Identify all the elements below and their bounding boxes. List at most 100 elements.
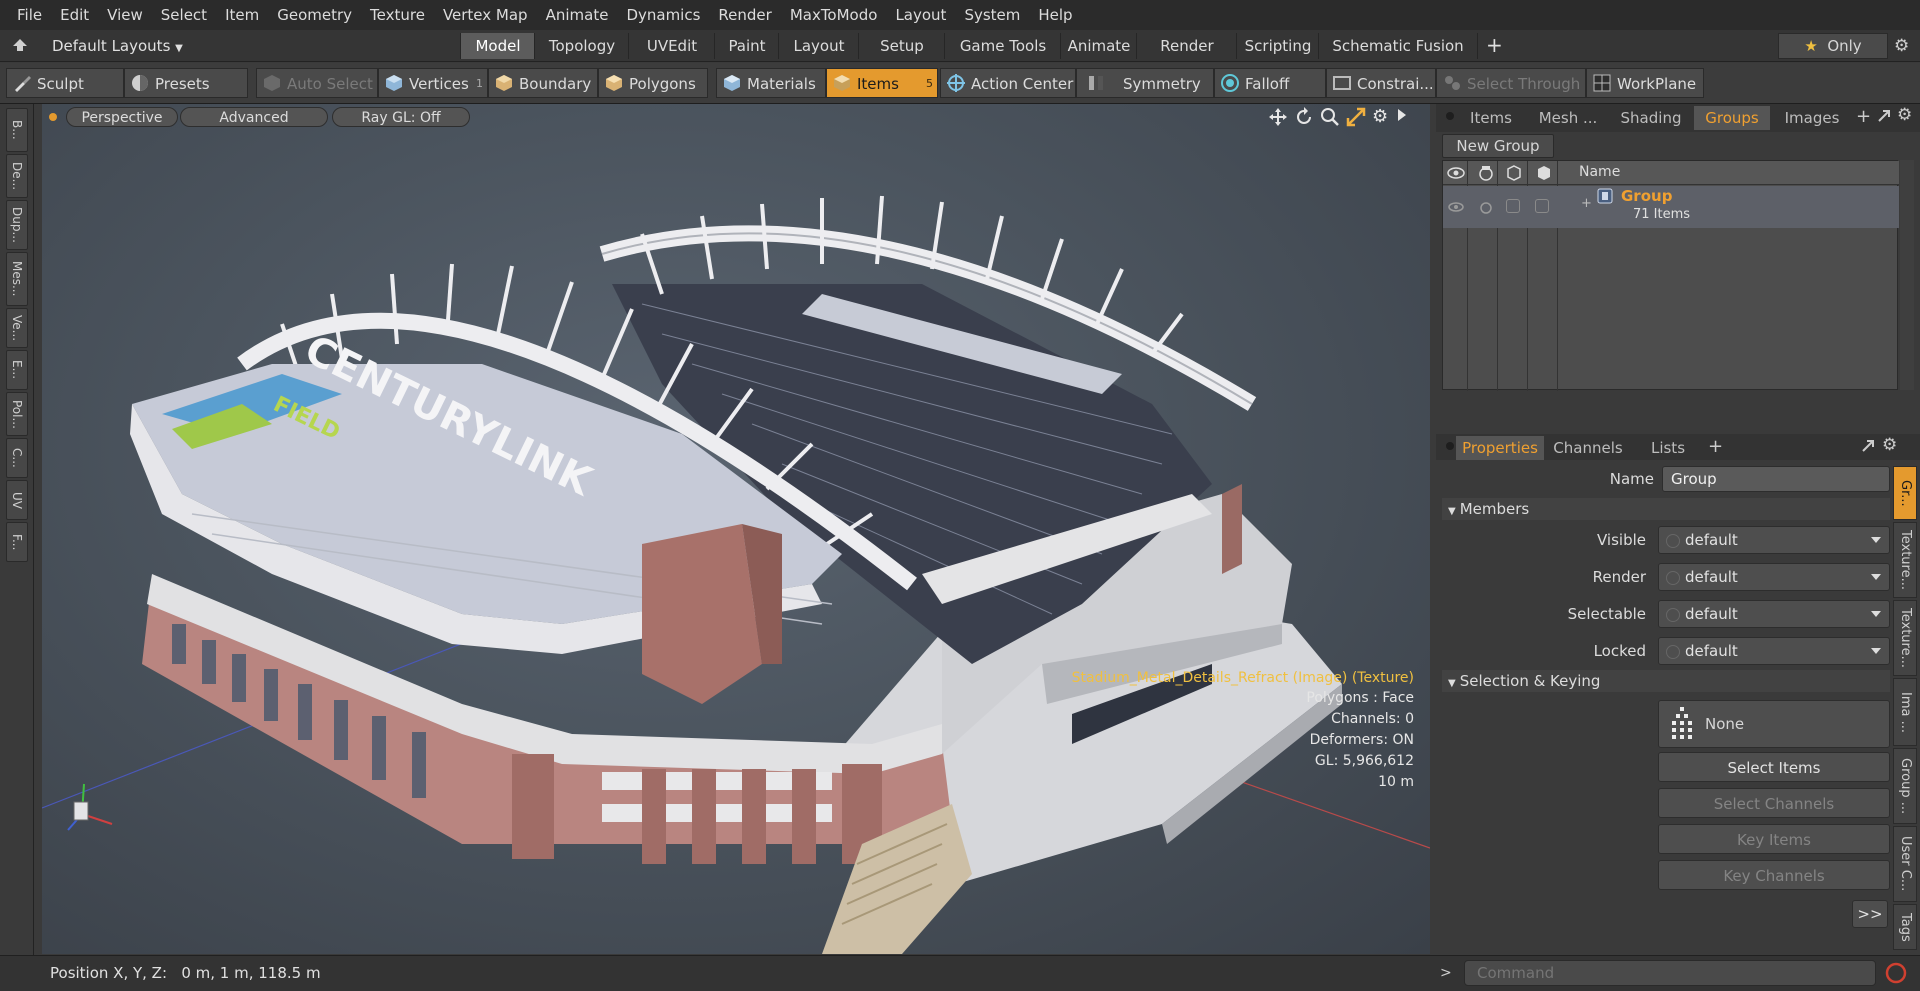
side-tab-texture-layer[interactable]: Texture... xyxy=(1893,600,1917,676)
key-items-button[interactable]: Key Items xyxy=(1658,824,1890,854)
select-channels-button[interactable]: Select Channels xyxy=(1658,788,1890,818)
boundary-button[interactable]: Boundary xyxy=(488,68,598,98)
group-row[interactable]: + Group 71 Items xyxy=(1443,186,1899,228)
side-tab-tags[interactable]: Tags xyxy=(1893,904,1917,950)
left-tab-uv[interactable]: UV xyxy=(6,480,28,520)
left-tab-polygon[interactable]: Pol... xyxy=(6,392,28,436)
menu-layout[interactable]: Layout xyxy=(886,6,955,24)
lock-cube-icon[interactable] xyxy=(1535,164,1553,186)
tab-mesh[interactable]: Mesh ... xyxy=(1528,106,1608,130)
key-channels-button[interactable]: Key Channels xyxy=(1658,860,1890,890)
groups-panel-gear-icon[interactable]: ⚙ xyxy=(1897,105,1912,125)
menu-edit[interactable]: Edit xyxy=(51,6,98,24)
sculpt-button[interactable]: Sculpt xyxy=(6,68,124,98)
row-selectable-checkbox[interactable] xyxy=(1506,199,1520,213)
add-panel-tab-icon[interactable]: + xyxy=(1856,106,1871,127)
only-filter-button[interactable]: ★ Only xyxy=(1778,33,1888,59)
render-dropdown[interactable]: default xyxy=(1658,563,1890,591)
polygons-button[interactable]: Polygons xyxy=(598,68,708,98)
tab-layout[interactable]: Layout xyxy=(778,33,859,59)
new-group-button[interactable]: New Group xyxy=(1442,134,1554,158)
tab-uvedit[interactable]: UVEdit xyxy=(628,33,715,59)
properties-gear-icon[interactable]: ⚙ xyxy=(1882,435,1897,455)
menu-render[interactable]: Render xyxy=(709,6,780,24)
expand-plus-icon[interactable]: + xyxy=(1581,196,1592,211)
tab-shading[interactable]: Shading xyxy=(1610,106,1692,130)
selectable-dropdown[interactable]: default xyxy=(1658,600,1890,628)
menu-maxtomodo[interactable]: MaxToModo xyxy=(781,6,887,24)
falloff-button[interactable]: Falloff xyxy=(1214,68,1326,98)
left-tab-fusion[interactable]: F... xyxy=(6,522,28,562)
tab-animate[interactable]: Animate xyxy=(1060,33,1137,59)
tab-items[interactable]: Items xyxy=(1456,106,1526,130)
tab-game-tools[interactable]: Game Tools xyxy=(944,33,1061,59)
tab-channels[interactable]: Channels xyxy=(1546,436,1630,460)
expand-properties-icon[interactable] xyxy=(1860,438,1876,454)
side-tab-group[interactable]: Gr... xyxy=(1893,466,1917,520)
items-button[interactable]: Items 5 xyxy=(826,68,938,98)
tab-scripting[interactable]: Scripting xyxy=(1236,33,1319,59)
tab-render[interactable]: Render xyxy=(1136,33,1237,59)
selection-set-none-button[interactable]: None xyxy=(1658,700,1890,748)
name-column-header[interactable]: Name xyxy=(1579,164,1620,180)
row-render-icon[interactable] xyxy=(1477,198,1495,220)
menu-vertex-map[interactable]: Vertex Map xyxy=(434,6,537,24)
left-tab-mesh-edit[interactable]: Mes... xyxy=(6,252,28,306)
menu-texture[interactable]: Texture xyxy=(361,6,434,24)
presets-button[interactable]: Presets xyxy=(124,68,248,98)
command-input[interactable] xyxy=(1464,960,1876,986)
action-center-button[interactable]: Action Center xyxy=(940,68,1076,98)
left-tab-duplicate[interactable]: Dup... xyxy=(6,200,28,250)
tab-schematic-fusion[interactable]: Schematic Fusion xyxy=(1318,33,1478,59)
collapse-up-icon[interactable] xyxy=(12,38,28,52)
visibility-eye-icon[interactable] xyxy=(1447,164,1465,186)
side-tab-texture-locator[interactable]: Texture... xyxy=(1893,522,1917,598)
more-options-button[interactable]: >> xyxy=(1852,900,1888,928)
vertices-button[interactable]: Vertices 1 xyxy=(378,68,488,98)
workplane-button[interactable]: WorkPlane xyxy=(1586,68,1704,98)
tab-images[interactable]: Images xyxy=(1772,106,1852,130)
menu-file[interactable]: File xyxy=(8,6,51,24)
render-icon[interactable] xyxy=(1477,164,1495,186)
add-properties-tab-icon[interactable]: + xyxy=(1708,436,1723,457)
menu-geometry[interactable]: Geometry xyxy=(268,6,361,24)
menu-view[interactable]: View xyxy=(98,6,152,24)
members-section-header[interactable]: ▼ Members xyxy=(1442,498,1890,520)
menu-dynamics[interactable]: Dynamics xyxy=(617,6,709,24)
tab-setup[interactable]: Setup xyxy=(858,33,945,59)
select-items-button[interactable]: Select Items xyxy=(1658,752,1890,782)
left-tab-deform[interactable]: De... xyxy=(6,154,28,198)
tab-model[interactable]: Model xyxy=(460,33,535,59)
tab-lists[interactable]: Lists xyxy=(1632,436,1704,460)
left-tab-vertex[interactable]: Ve... xyxy=(6,308,28,348)
materials-button[interactable]: Materials xyxy=(716,68,826,98)
row-lock-checkbox[interactable] xyxy=(1535,199,1549,213)
row-visibility-eye-icon[interactable] xyxy=(1447,198,1465,220)
tab-properties[interactable]: Properties xyxy=(1456,436,1544,460)
left-tab-basic[interactable]: B... xyxy=(6,108,28,152)
layout-selector[interactable]: Default Layouts ▼ xyxy=(52,36,183,56)
groups-list-scrollbar[interactable] xyxy=(1900,160,1914,390)
left-tab-curve[interactable]: C... xyxy=(6,438,28,478)
symmetry-button[interactable]: Symmetry xyxy=(1076,68,1214,98)
side-tab-group-2[interactable]: Group ... xyxy=(1893,748,1917,824)
left-tab-edge[interactable]: E... xyxy=(6,350,28,390)
locked-dropdown[interactable]: default xyxy=(1658,637,1890,665)
tab-groups[interactable]: Groups xyxy=(1694,106,1770,130)
constraints-button[interactable]: Constrai... xyxy=(1326,68,1436,98)
side-tab-user-channels[interactable]: User C... xyxy=(1893,826,1917,902)
menu-select[interactable]: Select xyxy=(152,6,216,24)
tab-topology[interactable]: Topology xyxy=(534,33,629,59)
menu-animate[interactable]: Animate xyxy=(537,6,618,24)
tab-paint[interactable]: Paint xyxy=(714,33,779,59)
menu-help[interactable]: Help xyxy=(1029,6,1081,24)
menu-system[interactable]: System xyxy=(955,6,1029,24)
record-button-icon[interactable] xyxy=(1884,961,1908,985)
menu-item[interactable]: Item xyxy=(216,6,268,24)
selection-keying-section-header[interactable]: ▼ Selection & Keying xyxy=(1442,670,1890,692)
expand-panel-icon[interactable] xyxy=(1876,108,1892,124)
3d-viewport[interactable]: Perspective Advanced Ray GL: Off ⚙ CENTU… xyxy=(42,104,1430,954)
auto-select-button[interactable]: Auto Select xyxy=(256,68,378,98)
select-through-button[interactable]: Select Through xyxy=(1436,68,1586,98)
layout-settings-gear-icon[interactable]: ⚙ xyxy=(1894,36,1909,56)
